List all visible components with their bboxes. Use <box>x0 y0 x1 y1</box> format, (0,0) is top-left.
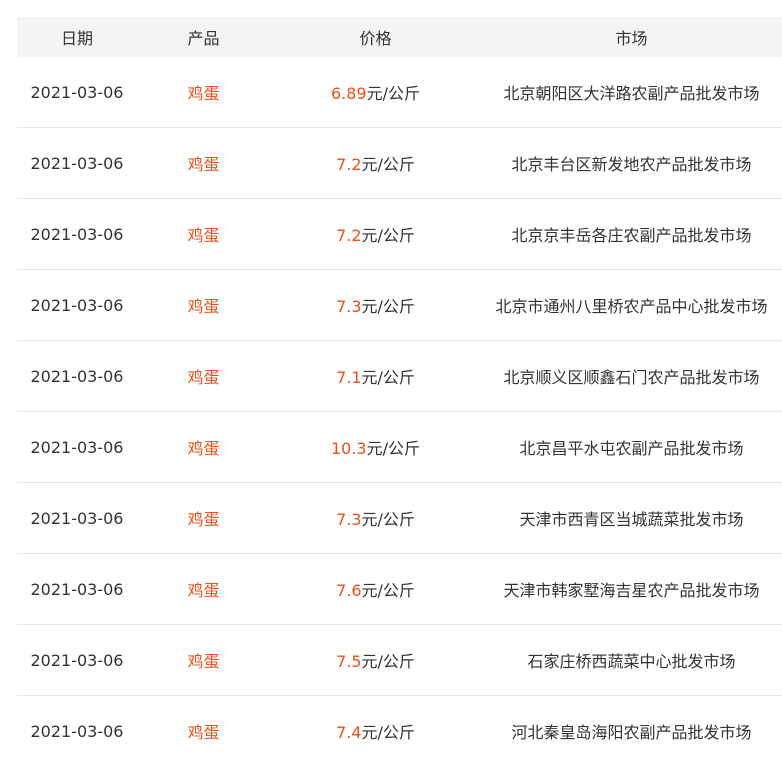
price-value: 7.3 <box>336 297 362 316</box>
cell-market: 北京市通州八里桥农产品中心批发市场 <box>495 297 768 316</box>
table-row: 2021-03-06 鸡蛋 7.1元/公斤 北京顺义区顺鑫石门农产品批发市场 <box>17 341 782 412</box>
cell-date: 2021-03-06 <box>30 224 124 244</box>
table-row: 2021-03-06 鸡蛋 7.2元/公斤 北京丰台区新发地农产品批发市场 <box>17 128 782 199</box>
table-row: 2021-03-06 鸡蛋 7.5元/公斤 石家庄桥西蔬菜中心批发市场 <box>17 625 782 696</box>
cell-product: 鸡蛋 <box>137 648 270 672</box>
price-value: 6.89 <box>330 84 367 103</box>
cell-price: 7.5元/公斤 <box>270 648 481 672</box>
cell-product: 鸡蛋 <box>137 222 270 246</box>
price-value: 7.2 <box>336 226 362 245</box>
product-link[interactable]: 鸡蛋 <box>187 297 219 316</box>
product-link[interactable]: 鸡蛋 <box>187 155 219 174</box>
price-table: 日期 产品 价格 市场 2021-03-06 鸡蛋 6.89元/公斤 北京朝阳区大洋路… <box>17 17 782 766</box>
price-unit: 元/公斤 <box>361 723 415 742</box>
cell-date: 2021-03-06 <box>30 366 124 386</box>
cell-price: 7.2元/公斤 <box>270 151 481 175</box>
price-value: 7.2 <box>336 155 362 174</box>
table-row: 2021-03-06 鸡蛋 6.89元/公斤 北京朝阳区大洋路农副产品批发市场 <box>17 57 782 128</box>
price-value: 7.1 <box>336 368 362 387</box>
price-value: 10.3 <box>330 439 367 458</box>
cell-market: 北京顺义区顺鑫石门农产品批发市场 <box>503 368 760 387</box>
header-price: 价格 <box>359 29 392 48</box>
cell-market: 天津市西青区当城蔬菜批发市场 <box>519 510 744 529</box>
product-link[interactable]: 鸡蛋 <box>187 652 219 671</box>
price-unit: 元/公斤 <box>361 297 415 316</box>
product-link[interactable]: 鸡蛋 <box>187 581 219 600</box>
cell-product: 鸡蛋 <box>137 80 270 104</box>
product-link[interactable]: 鸡蛋 <box>187 84 219 103</box>
cell-date: 2021-03-06 <box>30 437 124 457</box>
cell-price: 7.1元/公斤 <box>270 364 481 388</box>
cell-market: 天津市韩家墅海吉星农产品批发市场 <box>503 581 760 600</box>
price-unit: 元/公斤 <box>366 84 421 103</box>
table-row: 2021-03-06 鸡蛋 7.3元/公斤 北京市通州八里桥农产品中心批发市场 <box>17 270 782 341</box>
header-product: 产品 <box>187 29 220 48</box>
price-value: 7.3 <box>336 510 362 529</box>
header-date: 日期 <box>60 29 93 48</box>
price-value: 7.5 <box>336 652 362 671</box>
product-link[interactable]: 鸡蛋 <box>187 510 219 529</box>
table-header: 日期 产品 价格 市场 <box>17 17 782 57</box>
table-row: 2021-03-06 鸡蛋 7.6元/公斤 天津市韩家墅海吉星农产品批发市场 <box>17 554 782 625</box>
cell-price: 6.89元/公斤 <box>270 80 481 104</box>
table-row: 2021-03-06 鸡蛋 7.3元/公斤 天津市西青区当城蔬菜批发市场 <box>17 483 782 554</box>
price-unit: 元/公斤 <box>361 155 415 174</box>
table-body: 2021-03-06 鸡蛋 6.89元/公斤 北京朝阳区大洋路农副产品批发市场 2021… <box>17 57 782 766</box>
cell-product: 鸡蛋 <box>137 719 270 743</box>
product-link[interactable]: 鸡蛋 <box>187 368 219 387</box>
price-value: 7.4 <box>336 723 362 742</box>
table-row: 2021-03-06 鸡蛋 7.2元/公斤 北京京丰岳各庄农副产品批发市场 <box>17 199 782 270</box>
cell-date: 2021-03-06 <box>30 721 124 741</box>
cell-market: 石家庄桥西蔬菜中心批发市场 <box>527 652 736 671</box>
cell-market: 北京丰台区新发地农产品批发市场 <box>511 155 752 174</box>
price-value: 7.6 <box>336 581 362 600</box>
cell-date: 2021-03-06 <box>30 82 124 102</box>
cell-market: 北京朝阳区大洋路农副产品批发市场 <box>503 84 760 103</box>
cell-product: 鸡蛋 <box>137 364 270 388</box>
cell-date: 2021-03-06 <box>30 650 124 670</box>
cell-market: 北京京丰岳各庄农副产品批发市场 <box>511 226 752 245</box>
cell-date: 2021-03-06 <box>30 153 124 173</box>
cell-price: 7.6元/公斤 <box>270 577 481 601</box>
cell-price: 7.2元/公斤 <box>270 222 481 246</box>
price-unit: 元/公斤 <box>366 439 421 458</box>
product-link[interactable]: 鸡蛋 <box>187 723 219 742</box>
table-row: 2021-03-06 鸡蛋 10.3元/公斤 北京昌平水屯农副产品批发市场 <box>17 412 782 483</box>
cell-market: 北京昌平水屯农副产品批发市场 <box>519 439 744 458</box>
cell-date: 2021-03-06 <box>30 295 124 315</box>
price-unit: 元/公斤 <box>361 581 415 600</box>
cell-price: 7.3元/公斤 <box>270 293 481 317</box>
cell-price: 7.3元/公斤 <box>270 506 481 530</box>
table-row: 2021-03-06 鸡蛋 7.4元/公斤 河北秦皇岛海阳农副产品批发市场 <box>17 696 782 766</box>
cell-price: 10.3元/公斤 <box>270 435 481 459</box>
product-link[interactable]: 鸡蛋 <box>187 439 219 458</box>
cell-date: 2021-03-06 <box>30 508 124 528</box>
price-unit: 元/公斤 <box>361 510 415 529</box>
price-unit: 元/公斤 <box>361 652 415 671</box>
cell-product: 鸡蛋 <box>137 435 270 459</box>
price-unit: 元/公斤 <box>361 226 415 245</box>
cell-market: 河北秦皇岛海阳农副产品批发市场 <box>511 723 752 742</box>
cell-product: 鸡蛋 <box>137 293 270 317</box>
cell-product: 鸡蛋 <box>137 577 270 601</box>
cell-product: 鸡蛋 <box>137 151 270 175</box>
cell-date: 2021-03-06 <box>30 579 124 599</box>
header-market: 市场 <box>615 29 648 48</box>
cell-price: 7.4元/公斤 <box>270 719 481 743</box>
price-unit: 元/公斤 <box>361 368 415 387</box>
product-link[interactable]: 鸡蛋 <box>187 226 219 245</box>
cell-product: 鸡蛋 <box>137 506 270 530</box>
